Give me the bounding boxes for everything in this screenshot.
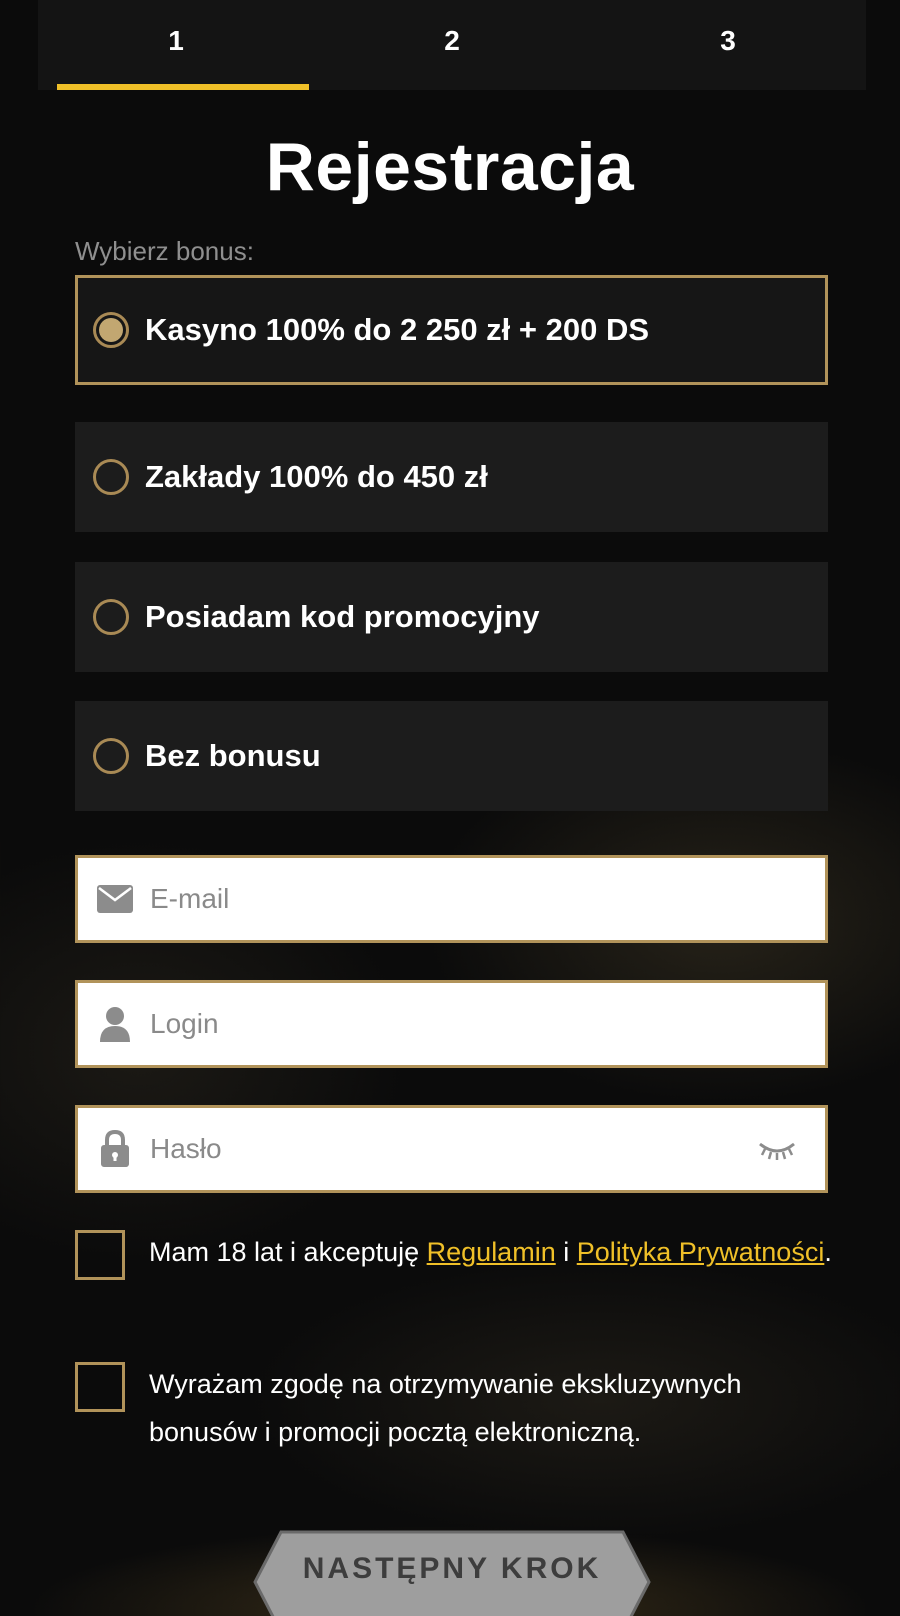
terms-text-between: i [555,1237,577,1267]
terms-consent-text: Mam 18 lat i akceptuję Regulamin i Polit… [149,1228,832,1280]
email-field[interactable] [75,855,828,943]
terms-text-before: Mam 18 lat i akceptuję [149,1237,427,1267]
password-input[interactable] [150,1119,757,1179]
bonus-option-label: Zakłady 100% do 450 zł [145,459,488,494]
next-step-button-label: NASTĘPNY KROK [302,1552,602,1585]
lock-icon [96,1130,134,1168]
bonus-option-none[interactable]: Bez bonusu [75,701,828,811]
envelope-icon [96,880,134,918]
eye-closed-icon[interactable] [757,1134,797,1164]
marketing-checkbox[interactable] [75,1362,125,1412]
next-step-button[interactable]: NASTĘPNY KROK [253,1530,651,1616]
step-tab-label: 3 [720,25,736,56]
bonus-option-sports[interactable]: Zakłady 100% do 450 zł [75,422,828,532]
bonus-option-label: Posiadam kod promocyjny [145,599,540,634]
bonus-option-casino[interactable]: Kasyno 100% do 2 250 zł + 200 DS [75,275,828,385]
user-icon [96,1005,134,1043]
password-field[interactable] [75,1105,828,1193]
step-tabs: 1 2 3 [38,0,866,90]
privacy-policy-link[interactable]: Polityka Prywatności [577,1237,825,1267]
marketing-consent-row: Wyrażam zgodę na otrzymywanie ekskluzywn… [75,1360,835,1456]
radio-selected-icon[interactable] [93,312,129,348]
terms-link[interactable]: Regulamin [427,1237,556,1267]
step-tab-3[interactable]: 3 [590,0,866,90]
terms-checkbox[interactable] [75,1230,125,1280]
login-field[interactable] [75,980,828,1068]
page-title: Rejestracja [265,129,635,205]
bonus-option-label: Bez bonusu [145,738,321,773]
radio-icon[interactable] [93,459,129,495]
marketing-consent-text: Wyrażam zgodę na otrzymywanie ekskluzywn… [149,1369,742,1447]
step-tab-2[interactable]: 2 [314,0,590,90]
terms-text-after: . [824,1237,832,1267]
bonus-option-promo-code[interactable]: Posiadam kod promocyjny [75,562,828,672]
step-tab-label: 2 [444,25,460,56]
email-input[interactable] [150,869,825,929]
active-step-indicator [57,84,309,90]
step-tab-1[interactable]: 1 [38,0,314,90]
login-input[interactable] [150,994,825,1054]
radio-icon[interactable] [93,738,129,774]
bonus-option-label: Kasyno 100% do 2 250 zł + 200 DS [145,312,650,347]
bonus-section-label: Wybierz bonus: [75,236,254,266]
terms-consent-row: Mam 18 lat i akceptuję Regulamin i Polit… [75,1228,835,1280]
radio-icon[interactable] [93,599,129,635]
step-tab-label: 1 [168,25,184,56]
